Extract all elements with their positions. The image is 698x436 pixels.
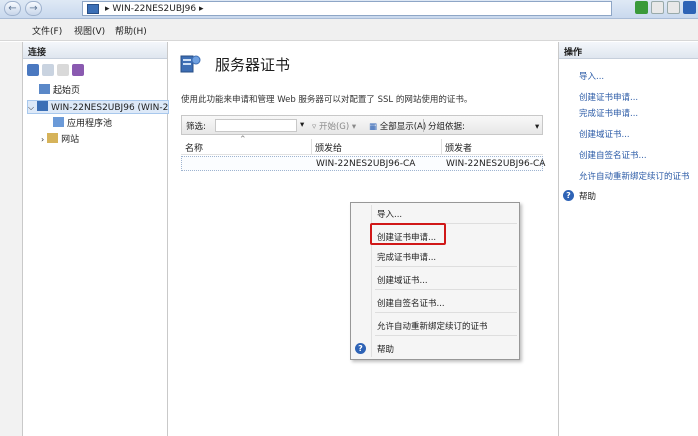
- start-page-icon: [39, 84, 50, 94]
- chevron-right-icon: ▸: [105, 4, 110, 14]
- column-separator[interactable]: [441, 139, 442, 155]
- toolbar-icons: [635, 1, 696, 16]
- chevron-right-icon: ▸: [199, 4, 204, 14]
- show-all-label: 全部显示(A): [379, 122, 427, 132]
- menu-separator: [375, 289, 517, 290]
- help-icon[interactable]: [683, 1, 696, 14]
- tree-label: 起始页: [53, 86, 81, 96]
- action-auto-rebind[interactable]: 允许自动重新绑定续订的证书: [579, 170, 690, 182]
- server-icon: [36, 101, 48, 111]
- menu-view[interactable]: 视图(V): [74, 24, 105, 37]
- cell-issued-by: WIN-22NES2UBJ96-CA: [446, 159, 546, 169]
- table-header: 名称 ⌃ 颁发给 颁发者: [181, 135, 543, 155]
- address-path-text: WIN-22NES2UBJ96: [112, 4, 197, 14]
- column-issued-to[interactable]: 颁发给: [315, 141, 342, 154]
- help-icon: ?: [563, 190, 574, 201]
- connect-server-icon[interactable]: [72, 64, 84, 76]
- tree-start-page[interactable]: 起始页: [39, 84, 80, 98]
- column-separator[interactable]: [311, 139, 312, 155]
- table-row[interactable]: WIN-22NES2UBJ96-CA WIN-22NES2UBJ96-CA: [181, 156, 546, 171]
- sort-caret-icon: ⌃: [239, 135, 247, 145]
- action-import[interactable]: 导入...: [579, 70, 604, 82]
- tree-app-pools[interactable]: 应用程序池: [53, 117, 112, 131]
- menu-help[interactable]: 帮助(H): [115, 24, 147, 37]
- tree-label: WIN-22NES2UBJ96 (WIN-2: [50, 103, 169, 113]
- filter-bar: 筛选: ▾ ▿ 开始(G) ▾ ▦ 全部显示(A) 分组依据: ▾: [181, 115, 543, 135]
- menu-separator: [375, 266, 517, 267]
- ctx-complete-request[interactable]: 完成证书申请...: [377, 251, 436, 263]
- action-help[interactable]: 帮助: [579, 190, 596, 202]
- connect-icon[interactable]: [27, 64, 39, 76]
- group-by-label[interactable]: 分组依据:: [428, 120, 465, 132]
- forward-button[interactable]: →: [25, 1, 42, 16]
- server-icon: [87, 4, 99, 14]
- folder-icon: [47, 133, 59, 143]
- actions-title: 操作: [559, 42, 698, 59]
- toolbar-separator: [423, 119, 424, 132]
- help-icon: ?: [355, 343, 366, 354]
- filter-input[interactable]: [215, 119, 297, 132]
- column-name[interactable]: 名称: [185, 141, 203, 154]
- tree-label: 网站: [61, 135, 80, 145]
- show-all-icon: ▦: [369, 122, 378, 132]
- globe-icon[interactable]: [635, 1, 648, 14]
- tree-server-node[interactable]: ⌵ WIN-22NES2UBJ96 (WIN-2: [27, 100, 169, 114]
- funnel-icon: ▿: [312, 122, 317, 132]
- show-all-button[interactable]: ▦ 全部显示(A): [369, 120, 426, 132]
- filter-dropdown-icon[interactable]: ▾: [300, 120, 304, 130]
- filter-label: 筛选:: [186, 122, 206, 132]
- address-box[interactable]: ▸ WIN-22NES2UBJ96 ▸: [82, 1, 612, 16]
- action-complete-request[interactable]: 完成证书申请...: [579, 107, 638, 119]
- connections-toolbar: [27, 64, 84, 78]
- address-path: ▸ WIN-22NES2UBJ96 ▸: [105, 3, 204, 15]
- collapse-arrow-icon: ›: [41, 135, 45, 144]
- menu-separator: [375, 335, 517, 336]
- desktop-edge: [0, 42, 22, 436]
- connections-pane: 连接 起始页 ⌵ WIN-22NES2UBJ96 (WIN-2 应用程序池 › …: [22, 42, 169, 436]
- connections-title: 连接: [23, 42, 167, 59]
- back-arrow-icon: ←: [8, 3, 17, 14]
- cell-issued-to: WIN-22NES2UBJ96-CA: [316, 159, 416, 169]
- refresh-icon[interactable]: [667, 1, 680, 14]
- menu-file[interactable]: 文件(F): [32, 24, 62, 37]
- start-button[interactable]: ▿ 开始(G) ▾: [312, 120, 356, 132]
- column-issued-by[interactable]: 颁发者: [445, 141, 472, 154]
- app-pool-icon: [53, 117, 64, 127]
- ctx-create-domain-cert[interactable]: 创建域证书...: [377, 274, 428, 286]
- forward-arrow-icon: →: [29, 3, 38, 14]
- mail-icon[interactable]: [651, 1, 664, 14]
- ctx-import[interactable]: 导入...: [377, 208, 402, 220]
- expand-arrow-icon: ⌵: [28, 103, 35, 112]
- start-label: 开始(G): [318, 122, 350, 132]
- actions-pane: 操作 导入... 创建证书申请... 完成证书申请... 创建域证书... 创建…: [558, 42, 698, 436]
- ctx-help[interactable]: 帮助: [377, 343, 394, 355]
- menu-bar: 文件(F) 视图(V) 帮助(H): [0, 19, 698, 41]
- up-icon[interactable]: [57, 64, 69, 76]
- page-description: 使用此功能来申请和管理 Web 服务器可以对配置了 SSL 的网站使用的证书。: [181, 95, 473, 105]
- scroll-grip-icon[interactable]: ▾: [535, 122, 539, 132]
- tree-label: 应用程序池: [67, 119, 113, 129]
- ctx-create-self-signed[interactable]: 创建自签名证书...: [377, 297, 445, 309]
- menu-separator: [375, 312, 517, 313]
- action-create-request[interactable]: 创建证书申请...: [579, 91, 638, 103]
- page-title: 服务器证书: [215, 56, 291, 74]
- action-create-domain-cert[interactable]: 创建域证书...: [579, 128, 630, 140]
- save-icon[interactable]: [42, 64, 54, 76]
- highlight-box: [370, 223, 446, 245]
- back-button[interactable]: ←: [4, 1, 21, 16]
- certificate-server-icon: [180, 55, 201, 73]
- ctx-auto-rebind[interactable]: 允许自动重新绑定续订的证书: [377, 320, 488, 332]
- action-create-self-signed[interactable]: 创建自签名证书...: [579, 149, 647, 161]
- tree-sites[interactable]: › 网站: [41, 133, 79, 147]
- address-bar: ← → ▸ WIN-22NES2UBJ96 ▸: [0, 0, 698, 19]
